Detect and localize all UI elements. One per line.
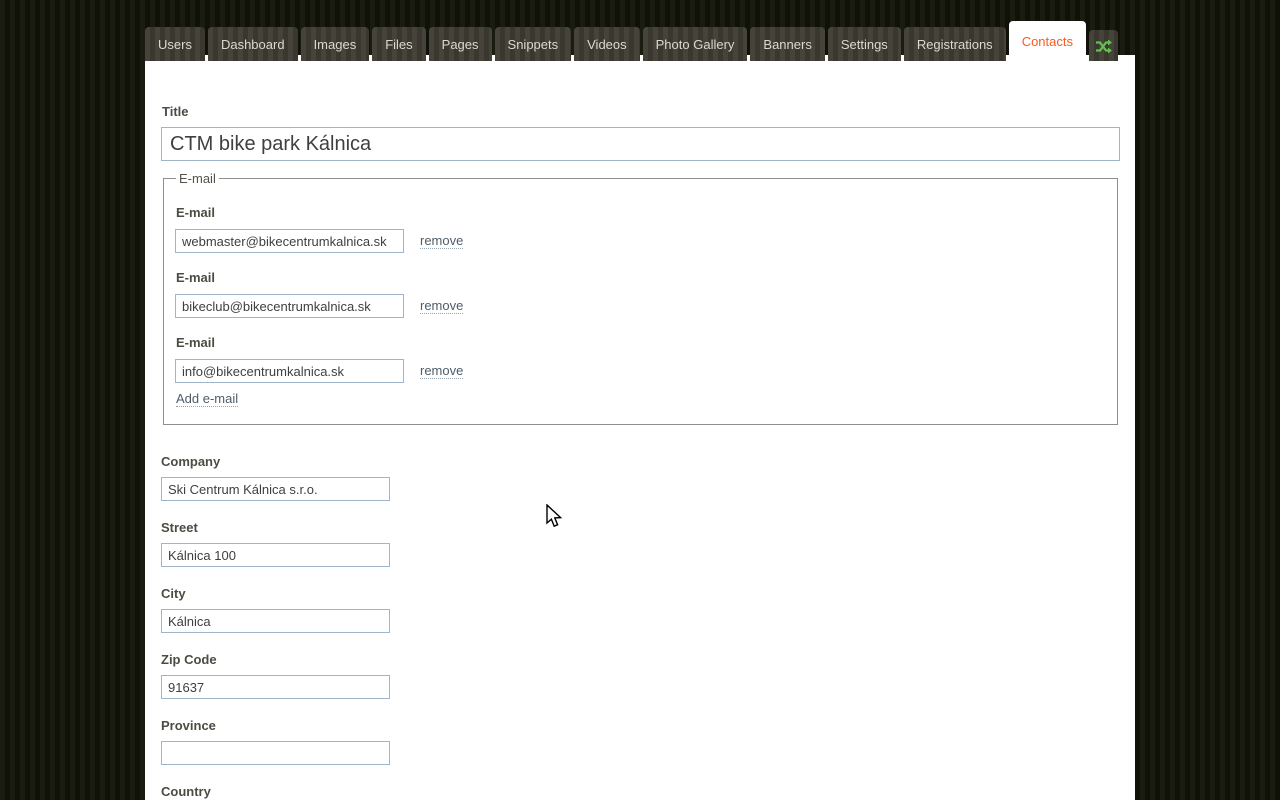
province-label: Province <box>161 718 216 733</box>
tab-settings[interactable]: Settings <box>827 27 901 61</box>
city-input[interactable] <box>161 609 390 633</box>
street-input[interactable] <box>161 543 390 567</box>
street-label: Street <box>161 520 198 535</box>
company-input[interactable] <box>161 477 390 501</box>
email-row: remove <box>175 294 1105 318</box>
company-group: Company <box>161 454 1120 501</box>
tab-shuffle[interactable] <box>1089 30 1118 61</box>
zip-code-input[interactable] <box>161 675 390 699</box>
email-input-2[interactable] <box>175 294 404 318</box>
email-label: E-mail <box>176 270 216 285</box>
province-group: Province <box>161 718 1120 765</box>
content-panel: Title E-mail E-mail remove E-mail remove… <box>145 55 1135 800</box>
tab-images[interactable]: Images <box>300 27 370 61</box>
remove-email-link-1[interactable]: remove <box>420 233 464 249</box>
tab-bar: Users Dashboard Images Files Pages Snipp… <box>145 21 1118 62</box>
tab-banners[interactable]: Banners <box>750 27 825 61</box>
tab-users[interactable]: Users <box>145 27 205 61</box>
add-email-link[interactable]: Add e-mail <box>176 391 239 407</box>
company-label: Company <box>161 454 221 469</box>
city-label: City <box>161 586 186 601</box>
tab-dashboard[interactable]: Dashboard <box>207 27 298 61</box>
zip-code-group: Zip Code <box>161 652 1120 699</box>
street-group: Street <box>161 520 1120 567</box>
email-row: remove <box>175 229 1105 253</box>
tab-videos[interactable]: Videos <box>574 27 640 61</box>
country-label: Country <box>161 784 211 799</box>
email-label: E-mail <box>176 335 216 350</box>
shuffle-icon <box>1095 39 1112 54</box>
remove-email-link-3[interactable]: remove <box>420 363 464 379</box>
tab-snippets[interactable]: Snippets <box>494 27 572 61</box>
email-input-1[interactable] <box>175 229 404 253</box>
city-group: City <box>161 586 1120 633</box>
email-fieldset: E-mail E-mail remove E-mail remove E-mai… <box>163 171 1118 425</box>
province-input[interactable] <box>161 741 390 765</box>
remove-email-link-2[interactable]: remove <box>420 298 464 314</box>
tab-files[interactable]: Files <box>372 27 426 61</box>
title-label: Title <box>162 104 189 119</box>
email-fieldset-legend: E-mail <box>179 171 216 186</box>
zip-code-label: Zip Code <box>161 652 217 667</box>
tab-pages[interactable]: Pages <box>428 27 492 61</box>
tab-contacts[interactable]: Contacts <box>1008 21 1086 62</box>
email-input-3[interactable] <box>175 359 404 383</box>
tab-registrations[interactable]: Registrations <box>903 27 1006 61</box>
title-input[interactable] <box>161 127 1120 161</box>
country-group: Country <box>161 784 1120 800</box>
tab-photo-gallery[interactable]: Photo Gallery <box>642 27 748 61</box>
email-row: remove <box>175 359 1105 383</box>
email-label: E-mail <box>176 205 216 220</box>
